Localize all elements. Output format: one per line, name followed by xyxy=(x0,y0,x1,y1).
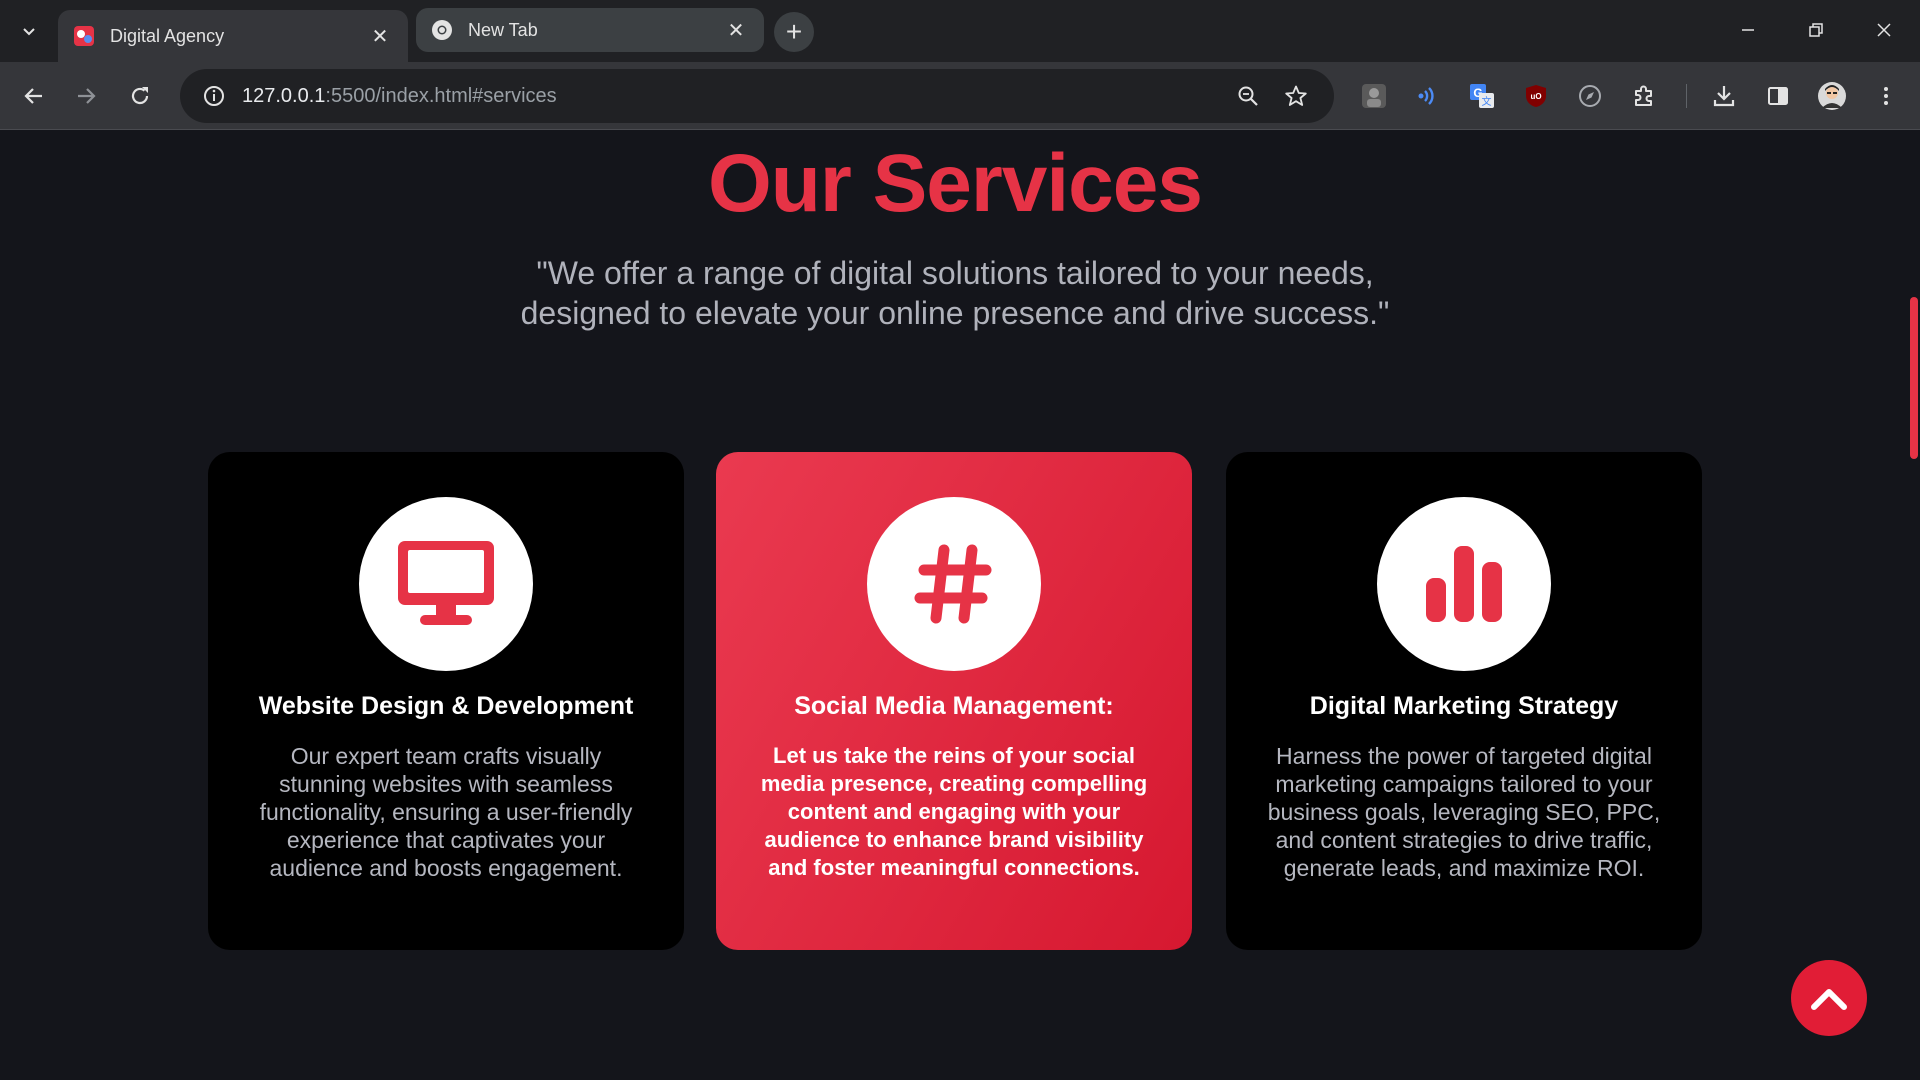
back-arrow-icon[interactable] xyxy=(12,74,56,118)
downloads-icon[interactable] xyxy=(1706,78,1742,114)
minimize-icon[interactable] xyxy=(1722,8,1774,52)
icon-circle xyxy=(867,497,1041,671)
tab-search-chevron-icon[interactable] xyxy=(12,14,46,48)
address-bar[interactable]: 127.0.0.1:5500/index.html#services xyxy=(180,69,1334,123)
subtitle-line: "We offer a range of digital solutions t… xyxy=(536,255,1374,291)
new-tab-button[interactable]: + xyxy=(774,12,814,52)
service-card-web-design[interactable]: Website Design & Development Our expert … xyxy=(208,452,684,950)
side-panel-icon[interactable] xyxy=(1760,78,1796,114)
zoom-icon[interactable] xyxy=(1228,76,1268,116)
services-section: Our Services "We offer a range of digita… xyxy=(0,131,1920,1080)
url-text[interactable]: 127.0.0.1:5500/index.html#services xyxy=(242,85,1220,108)
close-window-icon[interactable] xyxy=(1858,8,1910,52)
section-subtitle: "We offer a range of digital solutions t… xyxy=(480,253,1430,333)
svg-text:文: 文 xyxy=(1482,95,1492,108)
read-aloud-icon[interactable] xyxy=(1410,78,1446,114)
hashtag-icon xyxy=(914,544,992,624)
bar-chart-icon xyxy=(1426,546,1502,622)
card-title: Social Media Management: xyxy=(794,692,1114,720)
page-scrollbar[interactable] xyxy=(1908,131,1920,1080)
tab-title: New Tab xyxy=(468,19,538,40)
site-info-icon[interactable] xyxy=(198,80,230,112)
compass-extension-icon[interactable] xyxy=(1572,78,1608,114)
extension-avatar-icon[interactable] xyxy=(1356,78,1392,114)
section-title: Our Services xyxy=(708,138,1203,229)
card-title: Digital Marketing Strategy xyxy=(1309,692,1619,720)
browser-toolbar: 127.0.0.1:5500/index.html#services G文 uO xyxy=(0,62,1920,130)
service-card-social-media[interactable]: Social Media Management: Let us take the… xyxy=(716,452,1192,950)
forward-arrow-icon[interactable] xyxy=(64,74,108,118)
card-description: Our expert team crafts visually stunning… xyxy=(259,743,633,881)
close-tab-icon[interactable]: ✕ xyxy=(722,16,750,44)
url-path: :5500/index.html#services xyxy=(325,84,557,107)
scroll-to-top-button[interactable] xyxy=(1791,960,1867,1036)
icon-circle xyxy=(1377,497,1551,671)
profile-avatar-icon[interactable] xyxy=(1814,78,1850,114)
chevron-up-icon xyxy=(1811,989,1847,1010)
agency-favicon-icon xyxy=(72,24,96,48)
subtitle-line: designed to elevate your online presence… xyxy=(520,295,1390,331)
google-translate-icon[interactable]: G文 xyxy=(1464,78,1500,114)
card-description: Harness the power of targeted digital ma… xyxy=(1267,743,1661,881)
reload-icon[interactable] xyxy=(118,74,162,118)
card-title: Website Design & Development xyxy=(258,692,634,720)
ublock-origin-icon[interactable]: uO xyxy=(1518,78,1554,114)
toolbar-divider xyxy=(1686,84,1687,108)
icon-circle xyxy=(359,497,533,671)
tab-new-tab[interactable]: New Tab ✕ xyxy=(416,8,764,52)
tab-strip: Digital Agency ✕ New Tab ✕ + xyxy=(0,0,1920,62)
extensions-puzzle-icon[interactable] xyxy=(1626,78,1662,114)
bookmark-star-icon[interactable] xyxy=(1276,76,1316,116)
service-card-marketing[interactable]: Digital Marketing Strategy Harness the p… xyxy=(1226,452,1702,950)
chrome-favicon-icon xyxy=(430,18,454,42)
restore-icon[interactable] xyxy=(1790,8,1842,52)
svg-text:uO: uO xyxy=(1530,92,1541,101)
browser-menu-icon[interactable] xyxy=(1868,78,1904,114)
close-tab-icon[interactable]: ✕ xyxy=(366,22,394,50)
tab-title: Digital Agency xyxy=(110,25,225,46)
desktop-icon xyxy=(398,541,494,625)
scrollbar-thumb[interactable] xyxy=(1910,297,1918,459)
tab-digital-agency[interactable]: Digital Agency ✕ xyxy=(58,10,408,62)
card-description: Let us take the reins of your social med… xyxy=(760,743,1148,880)
url-host: 127.0.0.1 xyxy=(242,84,326,107)
